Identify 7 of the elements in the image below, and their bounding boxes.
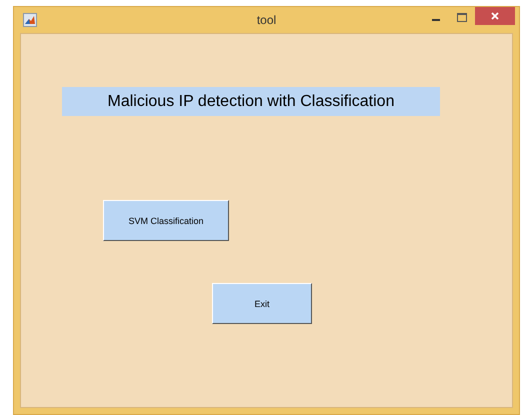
heading-label: Malicious IP detection with Classification	[62, 87, 440, 116]
classification-button[interactable]: SVM Classification	[103, 200, 229, 241]
close-icon	[491, 12, 499, 20]
close-button[interactable]	[475, 7, 515, 25]
exit-button[interactable]: Exit	[212, 283, 312, 324]
window-title: tool	[256, 12, 276, 26]
app-icon	[23, 12, 37, 26]
